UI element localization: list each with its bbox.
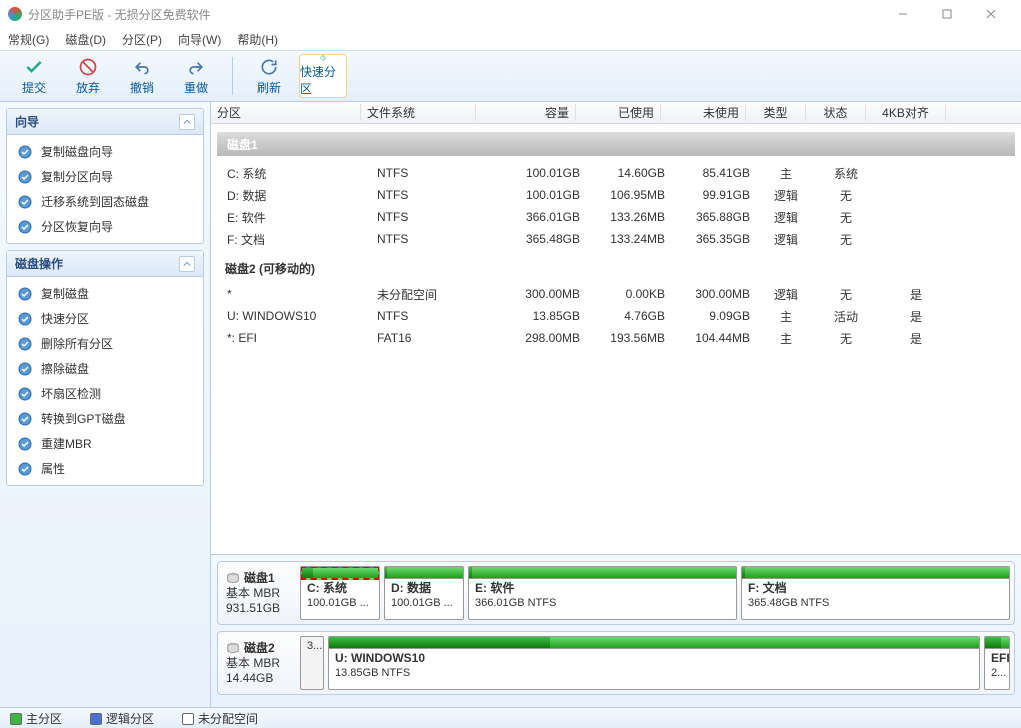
chevron-up-icon[interactable] [179, 256, 195, 272]
col-filesystem[interactable]: 文件系统 [361, 104, 476, 121]
window-title: 分区助手PE版 - 无损分区免费软件 [28, 6, 211, 23]
menu-disk[interactable]: 磁盘(D) [65, 31, 106, 48]
wizard-item-1[interactable]: 复制分区向导 [7, 164, 203, 189]
col-4k-align[interactable]: 4KB对齐 [866, 104, 946, 121]
diskop-item-6[interactable]: 重建MBR [7, 431, 203, 456]
diskops-panel-header[interactable]: 磁盘操作 [7, 251, 203, 277]
col-state[interactable]: 状态 [806, 104, 866, 121]
redo-button[interactable]: 重做 [172, 54, 220, 98]
map-partition-f[interactable]: F: 文档365.48GB NTFS [741, 566, 1010, 620]
disk2-header[interactable]: 磁盘2 (可移动的) [211, 250, 1021, 283]
diskop-item-label: 重建MBR [41, 435, 92, 452]
menu-general[interactable]: 常规(G) [8, 31, 49, 48]
undo-button[interactable]: 撤销 [118, 54, 166, 98]
table-row[interactable]: C: 系统 NTFS 100.01GB 14.60GB 85.41GB 主 系统 [211, 162, 1021, 184]
column-header: 分区 文件系统 容量 已使用 未使用 类型 状态 4KB对齐 [211, 102, 1021, 124]
close-button[interactable] [969, 0, 1013, 28]
maximize-button[interactable] [925, 0, 969, 28]
wizard-item-label: 复制分区向导 [41, 168, 113, 185]
diskop-item-label: 转换到GPT磁盘 [41, 410, 126, 427]
wizard-item-3[interactable]: 分区恢复向导 [7, 214, 203, 239]
content-area: 分区 文件系统 容量 已使用 未使用 类型 状态 4KB对齐 磁盘1 C: 系统… [211, 102, 1021, 707]
wizard-item-label: 分区恢复向导 [41, 218, 113, 235]
table-row[interactable]: F: 文档 NTFS 365.48GB 133.24MB 365.35GB 逻辑… [211, 228, 1021, 250]
wizard-item-0[interactable]: 复制磁盘向导 [7, 139, 203, 164]
diskop-item-label: 擦除磁盘 [41, 360, 89, 377]
diskops-panel: 磁盘操作 复制磁盘快速分区删除所有分区擦除磁盘坏扇区检测转换到GPT磁盘重建MB… [6, 250, 204, 486]
minimize-button[interactable] [881, 0, 925, 28]
col-capacity[interactable]: 容量 [476, 104, 576, 121]
diskop-item-label: 坏扇区检测 [41, 385, 101, 402]
diskop-item-2[interactable]: 删除所有分区 [7, 331, 203, 356]
col-type[interactable]: 类型 [746, 104, 806, 121]
disk-icon [226, 641, 240, 655]
map-partition-d[interactable]: D: 数据100.01GB ... [384, 566, 464, 620]
diskop-item-label: 快速分区 [41, 310, 89, 327]
table-row[interactable]: * 未分配空间 300.00MB 0.00KB 300.00MB 逻辑 无 是 [211, 283, 1021, 305]
menu-wizard[interactable]: 向导(W) [178, 31, 221, 48]
menu-help[interactable]: 帮助(H) [237, 31, 278, 48]
diskop-item-1[interactable]: 快速分区 [7, 306, 203, 331]
discard-button[interactable]: 放弃 [64, 54, 112, 98]
diskop-item-label: 删除所有分区 [41, 335, 113, 352]
col-used[interactable]: 已使用 [576, 104, 661, 121]
map-partition-u[interactable]: U: WINDOWS1013.85GB NTFS [328, 636, 980, 690]
map-partition-efi[interactable]: EFI2... [984, 636, 1010, 690]
diskop-item-0[interactable]: 复制磁盘 [7, 281, 203, 306]
disk2-map[interactable]: 磁盘2 基本 MBR 14.44GB 3... U: WINDOWS1013.8… [217, 631, 1015, 695]
wizard-panel: 向导 复制磁盘向导复制分区向导迁移系统到固态磁盘分区恢复向导 [6, 108, 204, 244]
table-row[interactable]: E: 软件 NTFS 366.01GB 133.26MB 365.88GB 逻辑… [211, 206, 1021, 228]
app-logo-icon [8, 7, 22, 21]
wizard-item-2[interactable]: 迁移系统到固态磁盘 [7, 189, 203, 214]
wizard-item-label: 复制磁盘向导 [41, 143, 113, 160]
diskop-item-5[interactable]: 转换到GPT磁盘 [7, 406, 203, 431]
disk1-header[interactable]: 磁盘1 [217, 132, 1015, 156]
legend-primary: 主分区 [10, 710, 62, 727]
quick-partition-button[interactable]: 快速分区 [299, 54, 347, 98]
disk-icon [226, 571, 240, 585]
map-unallocated[interactable]: 3... [300, 636, 324, 690]
toolbar: 提交 放弃 撤销 重做 刷新 快速分区 [0, 50, 1021, 102]
refresh-button[interactable]: 刷新 [245, 54, 293, 98]
legend: 主分区 逻辑分区 未分配空间 [0, 707, 1021, 728]
col-free[interactable]: 未使用 [661, 104, 746, 121]
diskop-item-label: 复制磁盘 [41, 285, 89, 302]
commit-button[interactable]: 提交 [10, 54, 58, 98]
titlebar: 分区助手PE版 - 无损分区免费软件 [0, 0, 1021, 28]
disk1-info: 磁盘1 基本 MBR 931.51GB [222, 566, 296, 620]
diskop-item-label: 属性 [41, 460, 65, 477]
table-row[interactable]: D: 数据 NTFS 100.01GB 106.95MB 99.91GB 逻辑 … [211, 184, 1021, 206]
diskop-item-4[interactable]: 坏扇区检测 [7, 381, 203, 406]
map-partition-c[interactable]: C: 系统100.01GB ... [300, 566, 380, 620]
diskop-item-7[interactable]: 属性 [7, 456, 203, 481]
disk1-map[interactable]: 磁盘1 基本 MBR 931.51GB C: 系统100.01GB ... D:… [217, 561, 1015, 625]
sidebar: 向导 复制磁盘向导复制分区向导迁移系统到固态磁盘分区恢复向导 磁盘操作 复制磁盘… [0, 102, 211, 707]
legend-logical: 逻辑分区 [90, 710, 154, 727]
wizard-item-label: 迁移系统到固态磁盘 [41, 193, 149, 210]
col-partition[interactable]: 分区 [211, 104, 361, 121]
menubar: 常规(G) 磁盘(D) 分区(P) 向导(W) 帮助(H) [0, 28, 1021, 50]
partition-table-body: 磁盘1 C: 系统 NTFS 100.01GB 14.60GB 85.41GB … [211, 124, 1021, 554]
disk-map-area: 磁盘1 基本 MBR 931.51GB C: 系统100.01GB ... D:… [211, 554, 1021, 707]
chevron-up-icon[interactable] [179, 114, 195, 130]
legend-unallocated: 未分配空间 [182, 710, 258, 727]
diskop-item-3[interactable]: 擦除磁盘 [7, 356, 203, 381]
disk2-info: 磁盘2 基本 MBR 14.44GB [222, 636, 296, 690]
wizard-panel-header[interactable]: 向导 [7, 109, 203, 135]
menu-partition[interactable]: 分区(P) [122, 31, 162, 48]
table-row[interactable]: *: EFI FAT16 298.00MB 193.56MB 104.44MB … [211, 327, 1021, 349]
table-row[interactable]: U: WINDOWS10 NTFS 13.85GB 4.76GB 9.09GB … [211, 305, 1021, 327]
map-partition-e[interactable]: E: 软件366.01GB NTFS [468, 566, 737, 620]
